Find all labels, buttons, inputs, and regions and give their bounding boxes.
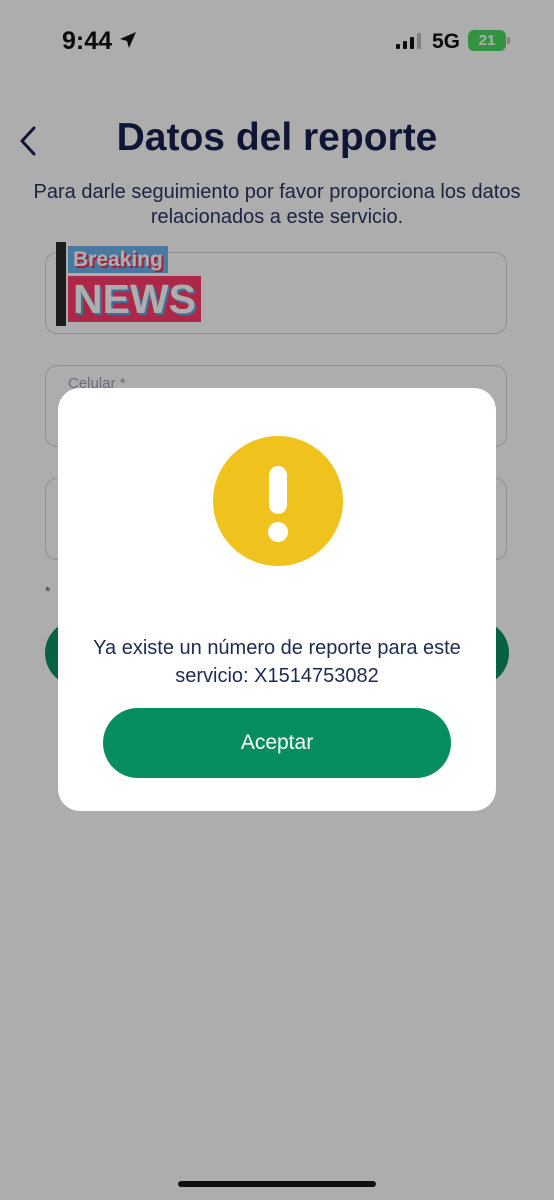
alert-dialog: Ya existe un número de reporte para este… <box>58 388 496 811</box>
exclamation-stem <box>269 466 287 514</box>
accept-button[interactable]: Aceptar <box>103 708 451 778</box>
exclamation-dot <box>268 522 288 542</box>
alert-message: Ya existe un número de reporte para este… <box>93 637 461 687</box>
home-indicator <box>178 1181 376 1187</box>
exclamation-circle-icon <box>213 436 343 566</box>
